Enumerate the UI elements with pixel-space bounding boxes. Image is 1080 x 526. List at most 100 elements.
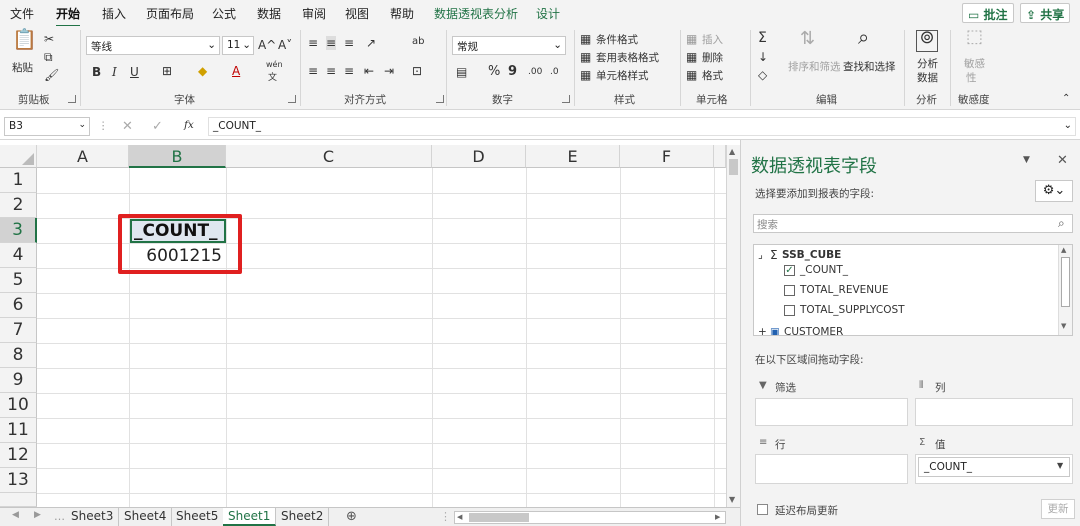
column-header-a[interactable]: A <box>37 145 129 168</box>
number-format-select[interactable]: 常规 ⌄ <box>452 36 566 55</box>
update-button[interactable]: 更新 <box>1041 499 1075 519</box>
field-list[interactable]: ⌟ Σ SSB_CUBE ✓ _COUNT_ TOTAL_REVENUE TOT… <box>753 244 1073 336</box>
decrease-decimal-icon[interactable]: .0 <box>550 65 559 79</box>
scroll-left-icon[interactable]: ◀ <box>457 513 462 521</box>
wrap-text-button[interactable]: ab <box>412 36 424 47</box>
scroll-up-icon[interactable]: ▲ <box>729 147 735 156</box>
underline-button[interactable]: U <box>130 65 139 79</box>
row-header-10[interactable]: 10 <box>0 393 37 418</box>
cut-icon[interactable]: ✂ <box>44 32 54 46</box>
columns-area[interactable] <box>915 398 1073 426</box>
tab-insert[interactable]: 插入 <box>102 5 126 22</box>
row-header-7[interactable]: 7 <box>0 318 37 343</box>
vertical-scrollbar[interactable]: ▲ ▼ <box>726 145 740 507</box>
sheet-tab-active[interactable]: Sheet1 <box>223 508 277 526</box>
orientation-icon[interactable]: ↗ <box>366 36 376 50</box>
format-cells-button[interactable]: 格式 <box>702 68 723 83</box>
paste-label[interactable]: 粘贴 <box>12 60 33 75</box>
row-header-11[interactable]: 11 <box>0 418 37 443</box>
worksheet-grid[interactable]: A B C D E F 1 2 3 4 5 6 7 8 9 10 11 12 1… <box>0 145 726 507</box>
comma-button[interactable]: 9 <box>508 64 517 79</box>
tab-pivot-analyze[interactable]: 数据透视表分析 <box>434 5 518 22</box>
merge-center-icon[interactable]: ⊡ <box>412 64 422 78</box>
format-painter-icon[interactable]: 🖌 <box>44 68 59 82</box>
increase-decimal-icon[interactable]: .00 <box>528 65 542 79</box>
tab-page-layout[interactable]: 页面布局 <box>146 5 194 22</box>
fill-color-icon[interactable]: ◆ <box>198 64 207 78</box>
font-color-button[interactable]: A <box>232 64 240 78</box>
font-size-select[interactable]: 11 ⌄ <box>222 36 254 55</box>
expand-icon[interactable]: + <box>758 326 767 335</box>
formula-input[interactable]: _COUNT_ ⌄ <box>208 117 1076 136</box>
column-header-e[interactable]: E <box>526 145 620 168</box>
cell-styles-button[interactable]: 单元格样式 <box>596 68 649 83</box>
next-sheet-icon[interactable]: ▶ <box>34 510 41 520</box>
gear-icon[interactable]: ⚙⌄ <box>1035 180 1073 202</box>
column-header-c[interactable]: C <box>226 145 432 168</box>
bold-button[interactable]: B <box>92 65 101 79</box>
italic-button[interactable]: I <box>112 65 117 79</box>
scroll-up-icon[interactable]: ▲ <box>1061 246 1066 254</box>
close-icon[interactable]: ✕ <box>1057 153 1068 168</box>
tab-help[interactable]: 帮助 <box>390 5 414 22</box>
copy-icon[interactable]: ⧉ <box>44 50 53 64</box>
field-count[interactable]: _COUNT_ <box>800 264 848 276</box>
align-top-icon[interactable]: ≡ <box>308 36 318 50</box>
values-item[interactable]: _COUNT_ ▼ <box>918 457 1070 477</box>
number-launcher-icon[interactable] <box>562 95 570 103</box>
decrease-indent-icon[interactable]: ⇤ <box>364 64 374 78</box>
column-header-g[interactable] <box>714 145 726 168</box>
analyze-data-button[interactable]: 分析 <box>917 56 938 71</box>
scroll-right-icon[interactable]: ▶ <box>715 513 720 521</box>
increase-indent-icon[interactable]: ⇥ <box>384 64 394 78</box>
horizontal-scrollbar[interactable]: ◀ ▶ <box>454 511 726 524</box>
autosum-button[interactable]: Σ <box>758 30 767 46</box>
row-header-14[interactable] <box>0 493 37 507</box>
scroll-thumb[interactable] <box>1061 257 1070 307</box>
alignment-launcher-icon[interactable] <box>436 95 444 103</box>
tab-home[interactable]: 开始 <box>56 5 81 27</box>
tab-review[interactable]: 审阅 <box>302 5 326 22</box>
pane-options-icon[interactable]: ▼ <box>1023 155 1030 165</box>
tab-design[interactable]: 设计 <box>536 5 560 22</box>
delete-cells-button[interactable]: 删除 <box>702 50 723 65</box>
phonetic-guide-button[interactable]: wén <box>266 60 283 69</box>
row-header-9[interactable]: 9 <box>0 368 37 393</box>
clear-icon[interactable]: ◇ <box>758 68 767 82</box>
scroll-down-icon[interactable]: ▼ <box>1061 322 1066 330</box>
field-checkbox-revenue[interactable] <box>784 285 795 296</box>
insert-cells-button[interactable]: 插入 <box>702 32 723 47</box>
row-header-1[interactable]: 1 <box>0 168 37 193</box>
shrink-font-button[interactable]: A˅ <box>278 38 292 52</box>
column-header-d[interactable]: D <box>432 145 526 168</box>
font-launcher-icon[interactable] <box>288 95 296 103</box>
filters-area[interactable] <box>755 398 908 426</box>
field-total-supplycost[interactable]: TOTAL_SUPPLYCOST <box>800 304 905 316</box>
align-bottom-icon[interactable]: ≡ <box>344 36 354 50</box>
collapse-ribbon-icon[interactable]: ⌃ <box>1062 92 1070 106</box>
row-header-5[interactable]: 5 <box>0 268 37 293</box>
font-name-select[interactable]: 等线 ⌄ <box>86 36 220 55</box>
share-button[interactable]: ⇪ 共享 <box>1020 3 1071 23</box>
field-list-scrollbar[interactable]: ▲ ▼ <box>1058 245 1072 335</box>
paste-icon[interactable]: 📋 <box>12 29 37 56</box>
tab-split-handle[interactable]: ⋮ <box>440 510 451 523</box>
row-header-6[interactable]: 6 <box>0 293 37 318</box>
cancel-icon[interactable]: ✕ <box>122 119 133 134</box>
sort-filter-button[interactable]: 排序和筛选 <box>788 59 841 74</box>
tab-data[interactable]: 数据 <box>257 5 281 22</box>
sheet-tab[interactable]: Sheet3 <box>66 508 120 526</box>
accounting-format-icon[interactable]: ▤ <box>456 65 467 79</box>
find-select-button[interactable]: 查找和选择 <box>843 59 896 74</box>
column-header-b[interactable]: B <box>129 145 226 168</box>
sheet-tab[interactable]: Sheet4 <box>119 508 173 526</box>
format-as-table-button[interactable]: 套用表格格式 <box>596 50 659 65</box>
row-header-3[interactable]: 3 <box>0 218 37 243</box>
row-header-13[interactable]: 13 <box>0 468 37 493</box>
comments-button[interactable]: ▭ 批注 <box>962 3 1014 23</box>
name-box[interactable]: B3 ⌄ <box>4 117 90 136</box>
align-left-icon[interactable]: ≡ <box>308 64 318 78</box>
h-scroll-thumb[interactable] <box>469 513 529 522</box>
tab-formulas[interactable]: 公式 <box>212 5 236 22</box>
collapse-icon[interactable]: ⌟ <box>758 249 763 261</box>
